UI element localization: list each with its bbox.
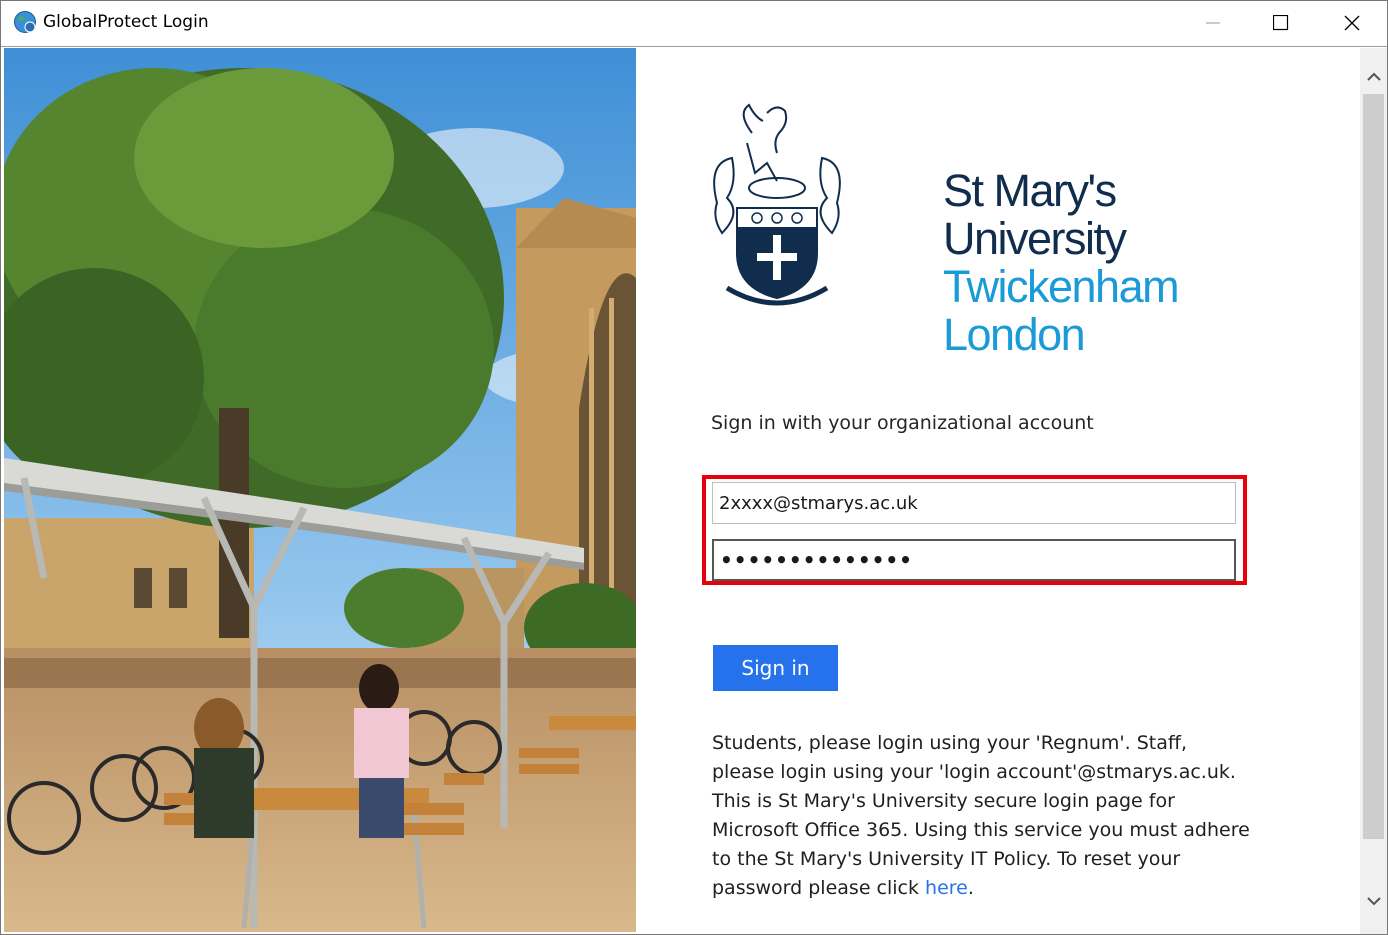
help-body: Students, please login using your 'Regnu… [712, 732, 1250, 899]
window-title: GlobalProtect Login [43, 12, 209, 32]
scroll-up-button[interactable] [1360, 62, 1387, 92]
help-suffix: . [967, 877, 974, 899]
username-value: 2xxxx@stmarys.ac.uk [719, 492, 918, 514]
close-button[interactable] [1317, 1, 1387, 45]
reset-password-link[interactable]: here [925, 877, 968, 899]
logo-line-4: London [943, 309, 1086, 360]
scrollbar-thumb[interactable] [1363, 94, 1384, 839]
scroll-down-button[interactable] [1360, 886, 1387, 916]
signin-heading: Sign in with your organizational account [711, 412, 1094, 434]
logo-line-3: Twickenham [943, 261, 1180, 312]
university-wordmark: St Mary's University Twickenham London [943, 165, 1180, 360]
title-bar: GlobalProtect Login [1, 1, 1387, 45]
maximize-icon [1273, 15, 1289, 31]
vertical-scrollbar[interactable] [1360, 48, 1387, 934]
minimize-button[interactable] [1178, 1, 1248, 45]
logo-line-2: University [943, 213, 1127, 264]
sign-in-button[interactable]: Sign in [713, 645, 838, 691]
campus-photo [4, 48, 636, 932]
globalprotect-login-window: GlobalProtect Login St Mary's University… [0, 0, 1388, 935]
logo-line-1: St Mary's [943, 165, 1117, 216]
login-panel: St Mary's University Twickenham London S… [637, 48, 1360, 934]
title-separator [1, 46, 1387, 47]
close-icon [1344, 15, 1360, 31]
chevron-up-icon [1366, 72, 1381, 81]
help-text: Students, please login using your 'Regnu… [712, 729, 1252, 903]
chevron-down-icon [1366, 897, 1381, 906]
password-input[interactable]: •••••••••••••• [712, 539, 1236, 581]
globe-icon [14, 11, 36, 33]
university-logo: St Mary's University Twickenham London [707, 103, 1180, 359]
username-input[interactable]: 2xxxx@stmarys.ac.uk [712, 482, 1236, 524]
minimize-icon [1206, 22, 1220, 24]
maximize-button[interactable] [1246, 1, 1316, 45]
password-value: •••••••••••••• [720, 548, 913, 572]
coat-of-arms-icon [713, 103, 841, 306]
